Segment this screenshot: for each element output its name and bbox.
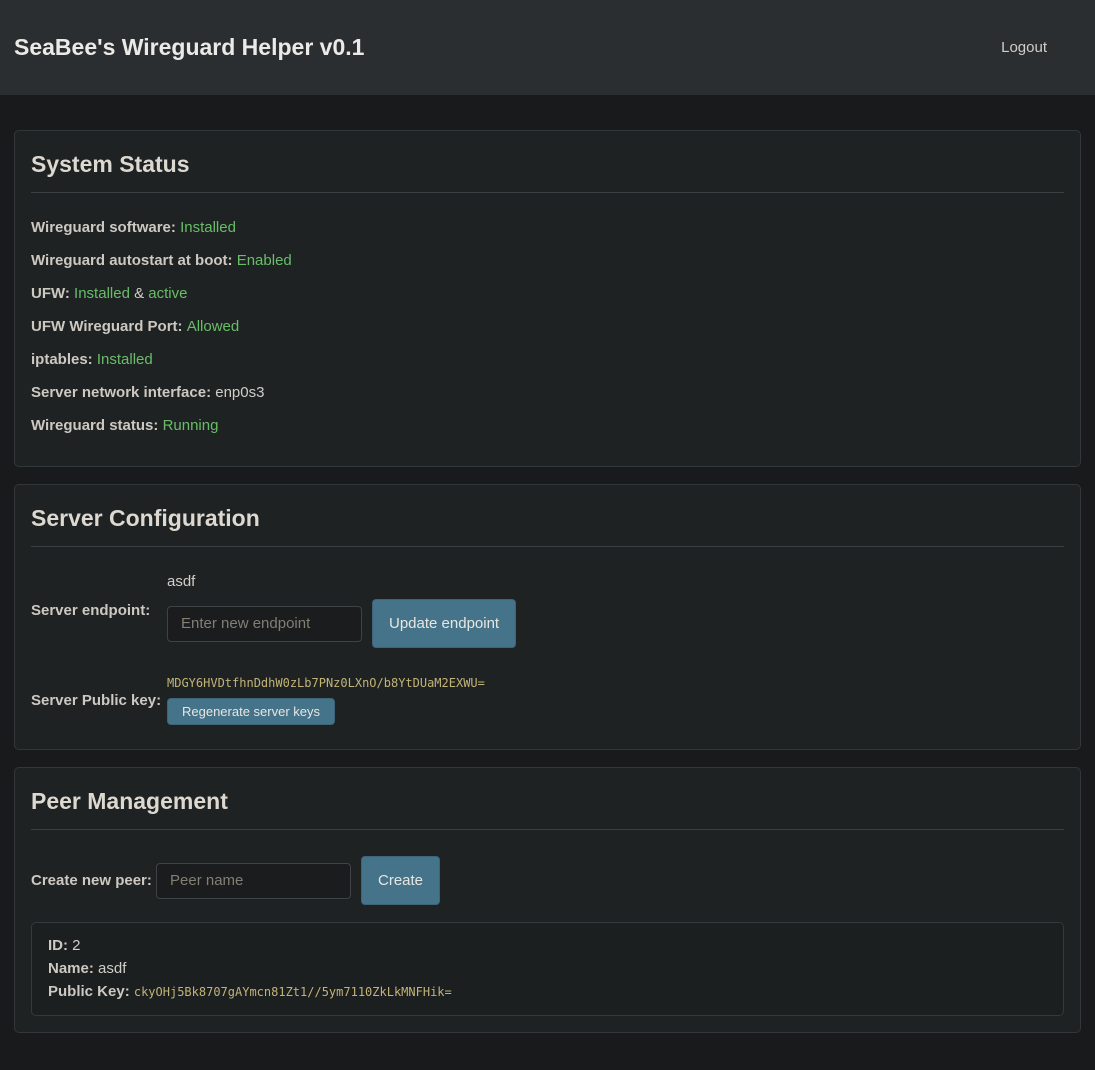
peer-field-value: asdf (98, 960, 126, 977)
create-peer-row: Create new peer: Create (31, 856, 1064, 905)
server-public-key-value: MDGY6HVDtfhnDdhW0zLb7PNz0LXnO/b8YtDUaM2E… (167, 676, 485, 690)
peer-list: ID: 2 Name: asdf Public Key: ckyOHj5Bk8707… (31, 922, 1064, 1016)
server-configuration-title: Server Configuration (31, 505, 1064, 532)
server-endpoint-current-value: asdf (167, 573, 516, 590)
status-label: Wireguard status: (31, 417, 163, 434)
status-value: Installed (180, 219, 236, 236)
create-peer-label: Create new peer: (31, 872, 156, 889)
status-line: Wireguard status: Running (31, 417, 1064, 434)
peer-line: Public Key: ckyOHj5Bk8707gAYmcn81Zt1//5y… (48, 983, 1047, 1001)
server-configuration-card: Server Configuration Server endpoint: as… (14, 484, 1081, 750)
divider (31, 192, 1064, 193)
status-label: Server network interface: (31, 384, 215, 401)
status-value: Enabled (237, 252, 292, 269)
peer-name-input[interactable] (156, 863, 351, 899)
endpoint-input[interactable] (167, 606, 362, 642)
status-value: enp0s3 (215, 384, 264, 401)
status-line: Wireguard autostart at boot: Enabled (31, 252, 1064, 269)
server-endpoint-label: Server endpoint: (31, 602, 167, 619)
create-peer-input-row: Create (156, 856, 440, 905)
status-line: iptables: Installed (31, 351, 1064, 368)
status-value: Allowed (187, 318, 240, 335)
status-line: Server network interface: enp0s3 (31, 384, 1064, 401)
create-peer-button[interactable]: Create (361, 856, 440, 905)
system-status-title: System Status (31, 151, 1064, 178)
peer-line: Name: asdf (48, 960, 1047, 977)
status-value: Installed (74, 285, 130, 302)
server-public-key-content: MDGY6HVDtfhnDdhW0zLb7PNz0LXnO/b8YtDUaM2E… (167, 676, 485, 725)
server-endpoint-content: asdf Update endpoint (167, 573, 516, 648)
peer-field-label: Public Key: (48, 983, 134, 1000)
status-value: Installed (97, 351, 153, 368)
status-line: UFW: Installed & active (31, 285, 1064, 302)
app-title: SeaBee's Wireguard Helper v0.1 (14, 34, 364, 61)
page-body: System Status Wireguard software: Instal… (0, 95, 1095, 1070)
status-line: Wireguard software: Installed (31, 219, 1064, 236)
status-label: UFW Wireguard Port: (31, 318, 187, 335)
divider (31, 546, 1064, 547)
server-endpoint-row: Server endpoint: asdf Update endpoint (31, 573, 1064, 648)
status-line: UFW Wireguard Port: Allowed (31, 318, 1064, 335)
update-endpoint-button[interactable]: Update endpoint (372, 599, 516, 648)
server-endpoint-input-row: Update endpoint (167, 599, 516, 648)
status-label: Wireguard software: (31, 219, 180, 236)
status-label: Wireguard autostart at boot: (31, 252, 237, 269)
top-navbar: SeaBee's Wireguard Helper v0.1 Logout (0, 0, 1095, 95)
peer-line: ID: 2 (48, 937, 1047, 954)
peer-field-label: Name: (48, 960, 98, 977)
server-public-key-row: Server Public key: MDGY6HVDtfhnDdhW0zLb7… (31, 676, 1064, 725)
logout-link[interactable]: Logout (1001, 39, 1047, 56)
server-public-key-label: Server Public key: (31, 692, 167, 709)
regenerate-server-keys-button[interactable]: Regenerate server keys (167, 698, 335, 725)
peer-field-value: 2 (72, 937, 80, 954)
system-status-card: System Status Wireguard software: Instal… (14, 130, 1081, 467)
peer-field-label: ID: (48, 937, 72, 954)
status-label: iptables: (31, 351, 97, 368)
status-value: active (148, 285, 187, 302)
status-value: & (130, 285, 148, 302)
peer-management-card: Peer Management Create new peer: Create … (14, 767, 1081, 1033)
peer-management-title: Peer Management (31, 788, 1064, 815)
status-value: Running (163, 417, 219, 434)
status-label: UFW: (31, 285, 74, 302)
system-status-list: Wireguard software: Installed Wireguard a… (31, 219, 1064, 434)
peer-public-key-value: ckyOHj5Bk8707gAYmcn81Zt1//5ym7110ZkLkMNF… (134, 985, 452, 999)
divider (31, 829, 1064, 830)
peer-item: ID: 2 Name: asdf Public Key: ckyOHj5Bk8707… (31, 922, 1064, 1016)
